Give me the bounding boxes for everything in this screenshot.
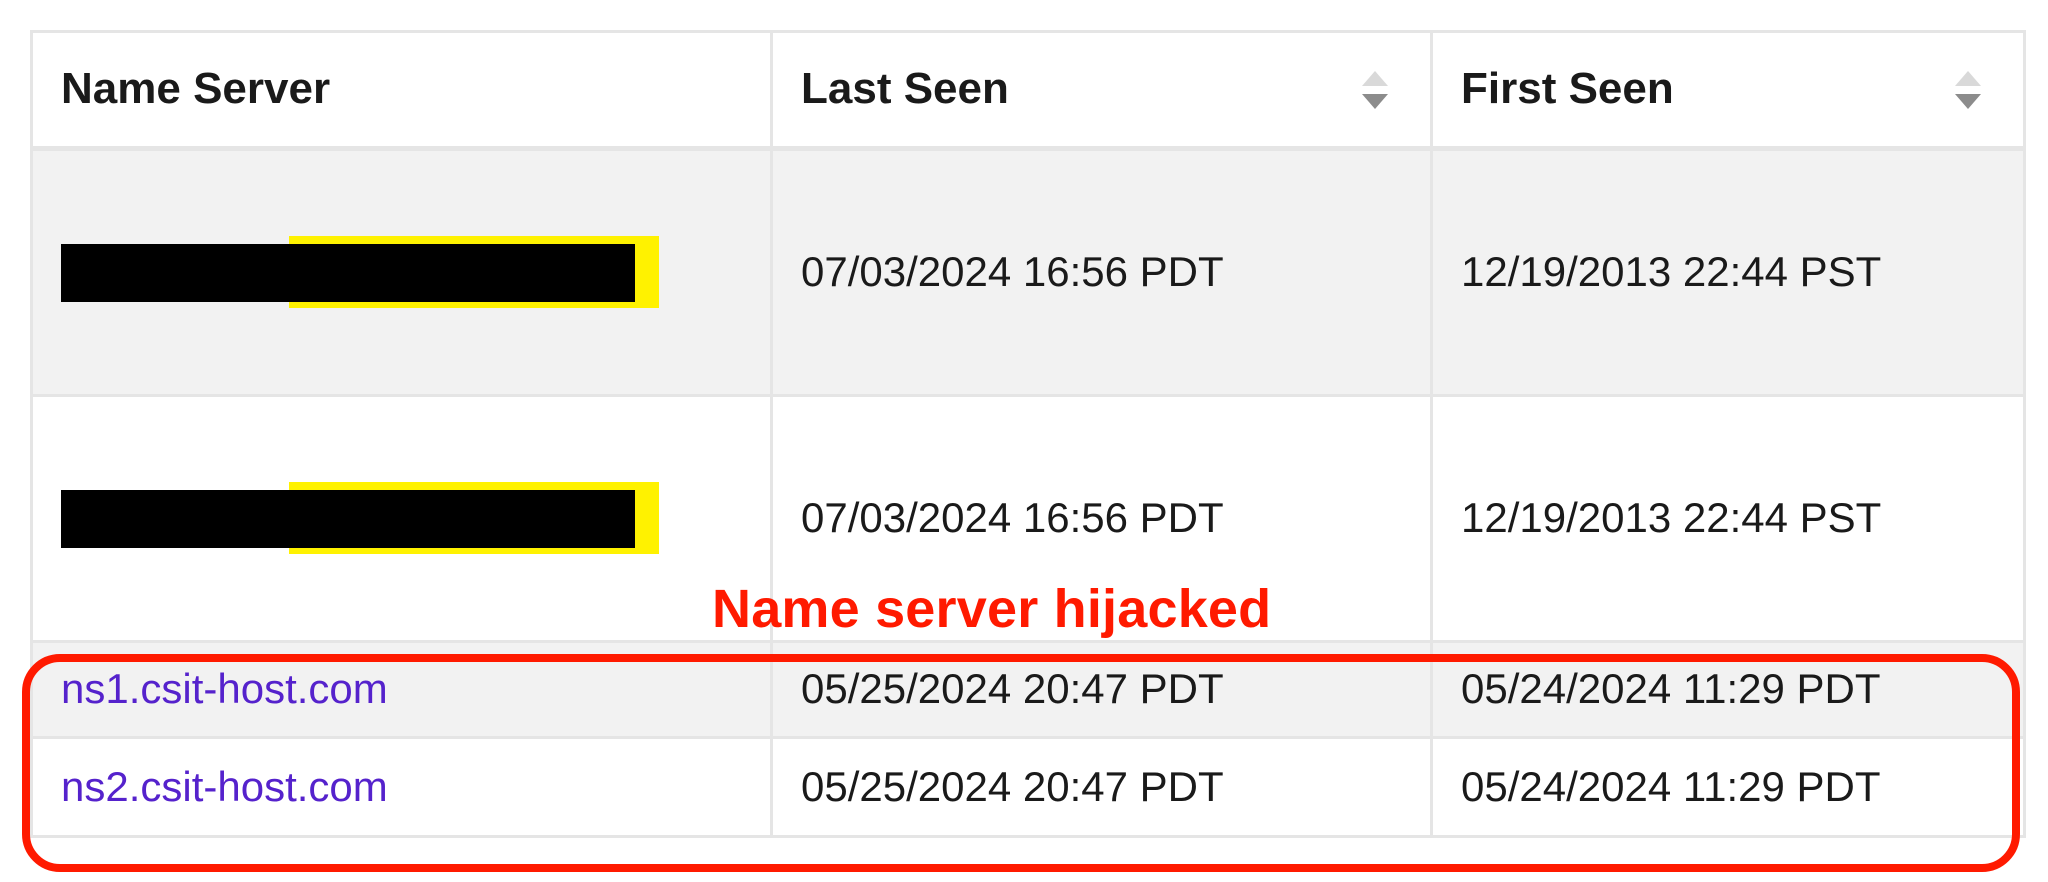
col-header-label: First Seen	[1461, 64, 1674, 113]
table-row: 07/03/2024 16:56 PDT 12/19/2013 22:44 PS…	[33, 151, 2023, 397]
cell-name-server	[33, 397, 773, 643]
chevron-down-icon	[1955, 94, 1981, 109]
sort-icon[interactable]	[1953, 65, 1983, 115]
sort-icon[interactable]	[1360, 65, 1390, 115]
table-row: ns1.csit-host.com 05/25/2024 20:47 PDT 0…	[33, 643, 2023, 739]
redacted-value	[61, 488, 651, 550]
name-server-table: Name Server Last Seen First Seen	[30, 30, 2026, 838]
col-header-label: Last Seen	[801, 64, 1009, 113]
redaction-block	[61, 244, 635, 302]
screenshot-stage: Name Server Last Seen First Seen	[0, 0, 2048, 882]
table-header-row: Name Server Last Seen First Seen	[33, 33, 2023, 151]
table-row: ns2.csit-host.com 05/25/2024 20:47 PDT 0…	[33, 739, 2023, 835]
cell-name-server: ns2.csit-host.com	[33, 739, 773, 835]
cell-last-seen: 07/03/2024 16:56 PDT	[773, 151, 1433, 397]
cell-last-seen: 05/25/2024 20:47 PDT	[773, 643, 1433, 739]
col-header-first-seen[interactable]: First Seen	[1433, 33, 2023, 151]
redaction-block	[61, 490, 635, 548]
name-server-link[interactable]: ns1.csit-host.com	[61, 665, 388, 712]
redacted-value	[61, 242, 651, 304]
chevron-down-icon	[1362, 94, 1388, 109]
col-header-last-seen[interactable]: Last Seen	[773, 33, 1433, 151]
name-server-link[interactable]: ns2.csit-host.com	[61, 763, 388, 810]
cell-first-seen: 12/19/2013 22:44 PST	[1433, 151, 2023, 397]
cell-first-seen: 05/24/2024 11:29 PDT	[1433, 643, 2023, 739]
col-header-name-server[interactable]: Name Server	[33, 33, 773, 151]
cell-name-server: ns1.csit-host.com	[33, 643, 773, 739]
cell-first-seen: 12/19/2013 22:44 PST	[1433, 397, 2023, 643]
col-header-label: Name Server	[61, 64, 330, 113]
chevron-up-icon	[1362, 71, 1388, 86]
cell-name-server	[33, 151, 773, 397]
chevron-up-icon	[1955, 71, 1981, 86]
annotation-label: Name server hijacked	[712, 578, 1271, 640]
cell-first-seen: 05/24/2024 11:29 PDT	[1433, 739, 2023, 835]
cell-last-seen: 05/25/2024 20:47 PDT	[773, 739, 1433, 835]
